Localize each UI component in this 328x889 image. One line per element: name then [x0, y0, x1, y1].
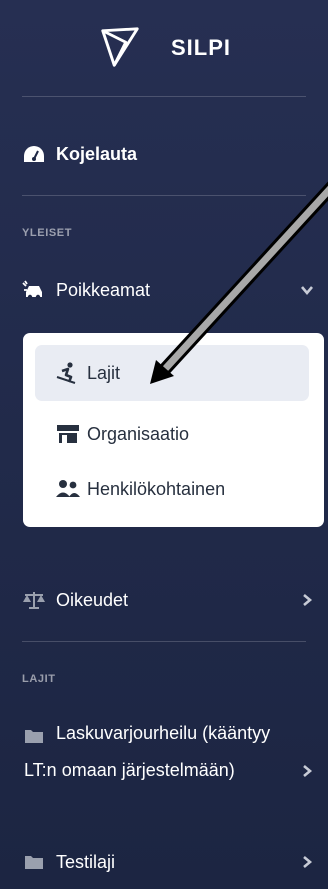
submenu-item-lajit[interactable]: Lajit	[35, 345, 309, 401]
folder-icon	[22, 850, 46, 874]
balance-scale-icon	[22, 588, 46, 612]
nav-item-rights[interactable]: Oikeudet	[0, 584, 328, 616]
section-label-sports: LAJIT	[22, 673, 56, 685]
nav-label-testilaji: Testilaji	[56, 851, 116, 872]
nav-label-rights: Oikeudet	[56, 589, 129, 610]
sidebar: SILPI Kojelauta YLEISET Poikkeamat Lajit	[0, 0, 328, 889]
nav-item-dashboard[interactable]: Kojelauta	[0, 138, 328, 170]
divider	[22, 641, 306, 642]
skier-icon	[55, 361, 81, 385]
gauge-icon	[22, 142, 46, 166]
brand-title: SILPI	[170, 35, 231, 60]
chevron-right-icon	[303, 856, 313, 868]
users-icon	[55, 477, 81, 501]
nav-label-line2: LT:n omaan järjestelmään)	[24, 760, 235, 780]
submenu-label: Organisaatio	[87, 423, 190, 444]
submenu-item-organisaatio[interactable]: Organisaatio	[35, 406, 309, 462]
nav-label-dashboard: Kojelauta	[56, 143, 138, 164]
nav-item-laskuvarjourheilu[interactable]: Laskuvarjourheilu (kääntyy LT:n omaan jä…	[0, 720, 328, 790]
chevron-right-icon	[303, 765, 313, 777]
chevron-right-icon	[303, 594, 313, 606]
submenu-label: Henkilökohtainen	[87, 478, 226, 499]
section-label-general: YLEISET	[22, 227, 73, 239]
store-icon	[55, 422, 81, 446]
submenu-label: Lajit	[87, 362, 121, 383]
nav-label-line1: Laskuvarjourheilu (kääntyy	[56, 723, 271, 743]
folder-icon	[24, 728, 44, 749]
divider	[22, 195, 306, 196]
nav-label-deviations: Poikkeamat	[56, 279, 151, 300]
car-crash-icon	[22, 278, 46, 302]
submenu-item-henkilokohtainen[interactable]: Henkilökohtainen	[35, 461, 309, 517]
brand[interactable]: SILPI	[0, 0, 328, 96]
submenu-deviations: Lajit Organisaatio Henkilökohtainen	[23, 333, 324, 527]
nav-item-deviations[interactable]: Poikkeamat	[0, 274, 328, 306]
logo-icon	[101, 27, 139, 67]
nav-item-testilaji[interactable]: Testilaji	[0, 846, 328, 878]
chevron-down-icon	[301, 286, 313, 296]
divider	[22, 96, 306, 97]
